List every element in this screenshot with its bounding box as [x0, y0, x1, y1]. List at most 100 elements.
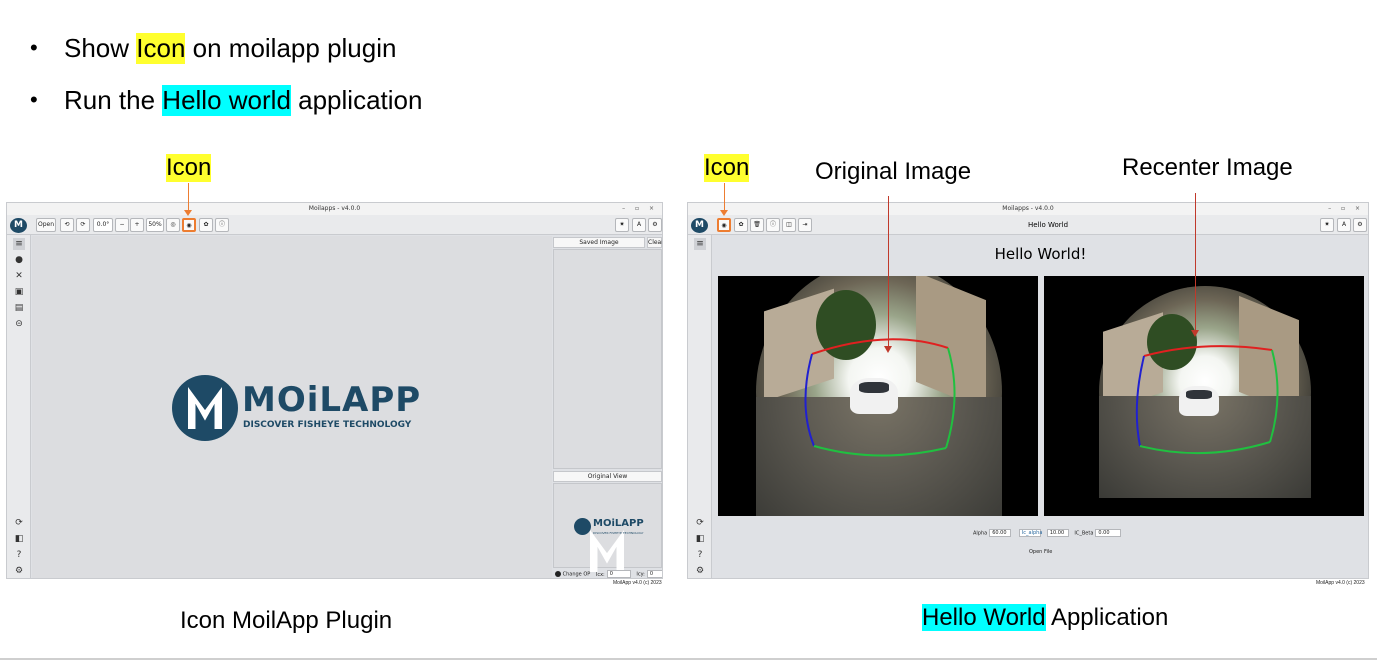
footer-version-right: MoilApp v4.0 (c) 2023: [1316, 580, 1365, 586]
settings-icon[interactable]: ⚙: [648, 218, 662, 232]
exit-icon[interactable]: ⇥: [798, 218, 812, 232]
plugin-icon-button[interactable]: ◉: [717, 218, 731, 232]
ic-beta-label: IC_Beta: [1074, 530, 1094, 537]
menu-icon[interactable]: ≡: [13, 238, 25, 250]
refresh-icon[interactable]: ⟳: [694, 517, 706, 529]
caption-left: Icon MoilApp Plugin: [180, 607, 393, 634]
label-icon-left: Icon: [166, 154, 212, 182]
save-icon[interactable]: ◧: [694, 533, 706, 545]
bullet-text: application: [290, 84, 423, 115]
label-icon-right: Icon: [704, 154, 750, 182]
bottom-divider: [0, 658, 1377, 660]
image-icon[interactable]: ▣: [13, 286, 25, 298]
theme-icon[interactable]: ✷: [1320, 218, 1334, 232]
refresh-icon[interactable]: ⟳: [13, 517, 25, 529]
original-view-header: Original View: [553, 471, 662, 482]
plugin-canvas: Hello World! Alpha 60.00 Ic_alpha 10.00 …: [713, 236, 1368, 578]
original-view-box: MOiLAPP DISCOVER FISHEYE TECHNOLOGY: [553, 483, 662, 568]
window-icon[interactable]: ◫: [782, 218, 796, 232]
mini-logo-icon: [574, 518, 591, 535]
overlay-lines: [804, 338, 956, 457]
arrow-head-icon: [884, 346, 892, 353]
hello-title: Hello World!: [994, 245, 1087, 263]
font-icon[interactable]: A: [1337, 218, 1351, 232]
crop-icon[interactable]: ✕: [13, 270, 25, 282]
plugin-icon-button[interactable]: ◉: [182, 218, 196, 232]
about-icon[interactable]: ⓘ: [766, 218, 780, 232]
bullet-text: Show: [64, 32, 137, 63]
zoom-out-icon[interactable]: −: [115, 218, 129, 232]
left-sidebar: ≡ ⟳ ◧ ? ⚙: [688, 235, 712, 578]
caption-rest: Application: [1045, 604, 1169, 631]
theme-icon[interactable]: ✷: [615, 218, 629, 232]
caption-highlight: Hello World: [922, 604, 1046, 631]
about-icon[interactable]: ⓘ: [215, 218, 229, 232]
rotate-right-icon[interactable]: ⟳: [76, 218, 90, 232]
highlight-icon: Icon: [136, 32, 186, 64]
save-icon[interactable]: ◧: [13, 533, 25, 545]
label-original-image: Original Image: [815, 158, 972, 185]
window-controls[interactable]: – ▫ ×: [622, 203, 658, 215]
help-icon[interactable]: ?: [694, 549, 706, 561]
open-file-button[interactable]: Open File: [1029, 549, 1052, 555]
highlight-hello-world: Hello world: [162, 84, 291, 116]
minus-circle-icon[interactable]: ⊝: [13, 318, 25, 330]
open-button[interactable]: Open: [36, 218, 56, 232]
arrow-head-icon: [720, 210, 728, 216]
arrow-line: [188, 183, 189, 210]
moilapp-window: Moilapps - v4.0.0 – ▫ × Open ⟲ ⟳ 0.0° − …: [6, 202, 663, 579]
mini-logo-tagline: DISCOVER FISHEYE TECHNOLOGY: [593, 531, 644, 535]
angle-input[interactable]: 0.0°: [93, 218, 113, 232]
document-icon[interactable]: ▤: [13, 302, 25, 314]
alpha-input[interactable]: 60.00: [989, 529, 1012, 537]
menu-icon[interactable]: ≡: [694, 238, 706, 250]
font-icon[interactable]: A: [632, 218, 646, 232]
icx-input[interactable]: 0: [606, 570, 631, 578]
window-title: Moilapps - v4.0.0: [7, 203, 662, 215]
main-toolbar: Open ⟲ ⟳ 0.0° − + 50% ◎ ◉ ✿ ⓘ ✷ A ⚙: [7, 215, 662, 235]
window-controls[interactable]: – ▫ ×: [1328, 203, 1364, 215]
arrow-line: [724, 183, 725, 210]
ic-beta-input[interactable]: 0.00: [1095, 529, 1122, 537]
recenter-image-view: [1044, 276, 1364, 516]
help-icon[interactable]: ?: [13, 549, 25, 561]
main-canvas: MOiLAPP DISCOVER FISHEYE TECHNOLOGY: [32, 236, 552, 578]
label-recenter-image: Recenter Image: [1122, 154, 1293, 181]
param-row: Alpha 60.00 Ic_alpha 10.00 IC_Beta 0.00: [973, 529, 1125, 537]
reset-view-icon[interactable]: ◎: [166, 218, 180, 232]
logo-tagline: DISCOVER FISHEYE TECHNOLOGY: [243, 420, 412, 430]
zoom-in-icon[interactable]: +: [130, 218, 144, 232]
logo-word: MOiLAPP: [242, 380, 422, 420]
moilapp-logo-icon: M: [10, 218, 27, 233]
main-toolbar: ◉ ✿ 🗑 ⓘ ◫ ⇥ Hello World ✷ A ⚙: [688, 215, 1368, 235]
delete-icon[interactable]: 🗑: [750, 218, 764, 232]
clear-button[interactable]: Clear: [647, 237, 662, 248]
ic-alpha-label: Ic_alpha: [1018, 529, 1042, 537]
bullet-show-icon: • Show Icon on moilapp plugin: [30, 22, 422, 74]
settings-icon[interactable]: ⚙: [1353, 218, 1367, 232]
radio-icon[interactable]: [555, 571, 561, 577]
moilapp-big-logo-icon: [172, 375, 238, 441]
icy-input[interactable]: 0: [646, 570, 662, 578]
plugin-store-icon[interactable]: ✿: [734, 218, 748, 232]
plugin-header: Hello World: [1027, 221, 1069, 229]
zoom-input[interactable]: 50%: [146, 218, 164, 232]
icy-label: Icy:: [636, 571, 645, 578]
bullet-text: on moilapp plugin: [185, 32, 397, 63]
caption-right: Hello World Application: [922, 604, 1168, 632]
bullet-text: Run the: [64, 84, 163, 115]
right-panel: Saved Image Clear Original View MOiLAPP …: [553, 236, 662, 578]
ic-alpha-input[interactable]: 10.00: [1046, 529, 1069, 537]
overlay-lines: [1135, 345, 1279, 455]
settings-icon[interactable]: ⚙: [13, 565, 25, 577]
mini-logo-word: MOiLAPP: [593, 518, 644, 529]
arrow-line: [1195, 193, 1196, 331]
window-title: Moilapps - v4.0.0: [688, 203, 1368, 215]
record-icon[interactable]: ●: [13, 254, 25, 266]
rotate-left-icon[interactable]: ⟲: [60, 218, 74, 232]
change-op-label: Change OP: [562, 571, 591, 578]
plugin-store-icon[interactable]: ✿: [199, 218, 213, 232]
left-sidebar: ≡ ● ✕ ▣ ▤ ⊝ ⟳ ◧ ? ⚙: [7, 235, 31, 578]
arrow-head-icon: [1191, 330, 1199, 337]
settings-icon[interactable]: ⚙: [694, 565, 706, 577]
